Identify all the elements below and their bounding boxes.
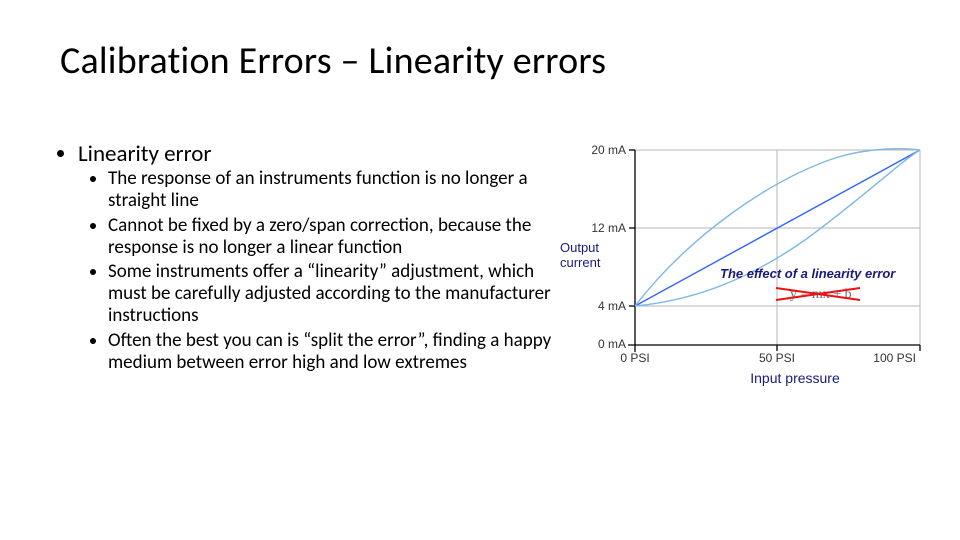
heading-bullet: Linearity error The response of an instr… — [78, 140, 560, 374]
y-tick: 4 mA — [598, 299, 626, 313]
x-tick: 50 PSI — [759, 351, 795, 365]
bullet-item: Cannot be fixed by a zero/span correctio… — [108, 215, 560, 259]
x-axis-label: Input pressure — [750, 370, 840, 386]
y-tick: 12 mA — [591, 221, 626, 235]
y-tick: 0 mA — [598, 337, 626, 351]
bullet-item: The response of an instruments function … — [108, 168, 560, 212]
bullet-item: Some instruments offer a “linearity” adj… — [108, 261, 560, 327]
x-tick: 0 PSI — [620, 351, 649, 365]
chart-grid — [635, 150, 920, 345]
y-axis-label: Output current — [560, 240, 603, 270]
heading-text: Linearity error — [78, 140, 211, 168]
slide-title: Calibration Errors – Linearity errors — [60, 38, 606, 84]
slide: Calibration Errors – Linearity errors Li… — [0, 0, 960, 540]
y-tick: 20 mA — [591, 143, 626, 157]
x-tick: 100 PSI — [873, 351, 916, 365]
slide-body: Linearity error The response of an instr… — [60, 140, 560, 380]
chart-axes — [628, 150, 920, 352]
linearity-chart: 20 mA 12 mA 4 mA 0 mA 0 PSI 50 PSI 100 P… — [560, 140, 940, 400]
bullet-item: Often the best you can is “split the err… — [108, 330, 560, 374]
chart-annotation: The effect of a linearity error — [720, 266, 896, 281]
